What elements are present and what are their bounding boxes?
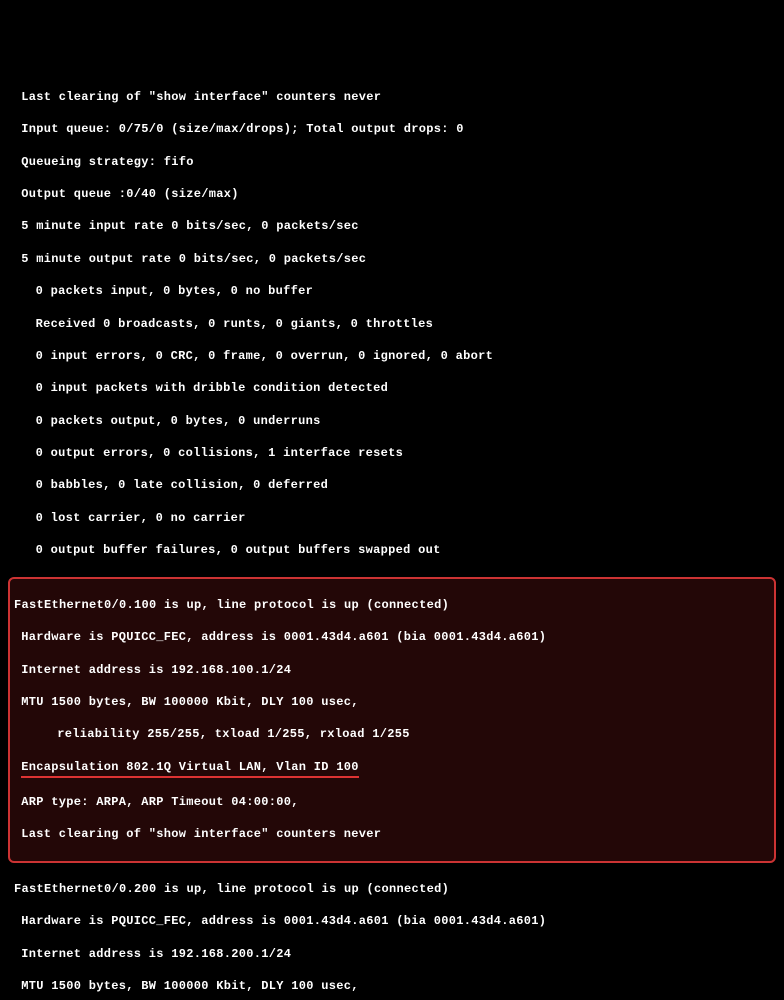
output-queue-line: Output queue :0/40 (size/max) <box>14 186 770 202</box>
input-queue-line: Input queue: 0/75/0 (size/max/drops); To… <box>14 121 770 137</box>
interface-200-hardware-line: Hardware is PQUICC_FEC, address is 0001.… <box>14 913 770 929</box>
input-rate-line: 5 minute input rate 0 bits/sec, 0 packet… <box>14 218 770 234</box>
highlighted-interface-block: FastEthernet0/0.100 is up, line protocol… <box>8 577 776 863</box>
output-buffer-failures-line: 0 output buffer failures, 0 output buffe… <box>14 542 770 558</box>
output-errors-line: 0 output errors, 0 collisions, 1 interfa… <box>14 445 770 461</box>
interface-100-arp-line: ARP type: ARPA, ARP Timeout 04:00:00, <box>14 794 770 810</box>
terminal-output: Last clearing of "show interface" counte… <box>14 73 770 1000</box>
dribble-condition-line: 0 input packets with dribble condition d… <box>14 380 770 396</box>
interface-100-hardware-line: Hardware is PQUICC_FEC, address is 0001.… <box>14 629 770 645</box>
interface-100-status-line: FastEthernet0/0.100 is up, line protocol… <box>14 597 770 613</box>
interface-100-encapsulation-line: Encapsulation 802.1Q Virtual LAN, Vlan I… <box>14 759 770 778</box>
input-errors-line: 0 input errors, 0 CRC, 0 frame, 0 overru… <box>14 348 770 364</box>
packets-input-line: 0 packets input, 0 bytes, 0 no buffer <box>14 283 770 299</box>
interface-100-reliability-line: reliability 255/255, txload 1/255, rxloa… <box>14 726 770 742</box>
interface-100-mtu-line: MTU 1500 bytes, BW 100000 Kbit, DLY 100 … <box>14 694 770 710</box>
babbles-line: 0 babbles, 0 late collision, 0 deferred <box>14 477 770 493</box>
interface-100-counter-clearing-line: Last clearing of "show interface" counte… <box>14 826 770 842</box>
output-rate-line: 5 minute output rate 0 bits/sec, 0 packe… <box>14 251 770 267</box>
lost-carrier-line: 0 lost carrier, 0 no carrier <box>14 510 770 526</box>
counter-clearing-line: Last clearing of "show interface" counte… <box>14 89 770 105</box>
vlan-100-encapsulation-text: Encapsulation 802.1Q Virtual LAN, Vlan I… <box>21 759 359 778</box>
interface-200-status-line: FastEthernet0/0.200 is up, line protocol… <box>14 881 770 897</box>
interface-100-ip-line: Internet address is 192.168.100.1/24 <box>14 662 770 678</box>
received-broadcasts-line: Received 0 broadcasts, 0 runts, 0 giants… <box>14 316 770 332</box>
interface-200-ip-line: Internet address is 192.168.200.1/24 <box>14 946 770 962</box>
interface-200-mtu-line: MTU 1500 bytes, BW 100000 Kbit, DLY 100 … <box>14 978 770 994</box>
packets-output-line: 0 packets output, 0 bytes, 0 underruns <box>14 413 770 429</box>
queueing-strategy-line: Queueing strategy: fifo <box>14 154 770 170</box>
